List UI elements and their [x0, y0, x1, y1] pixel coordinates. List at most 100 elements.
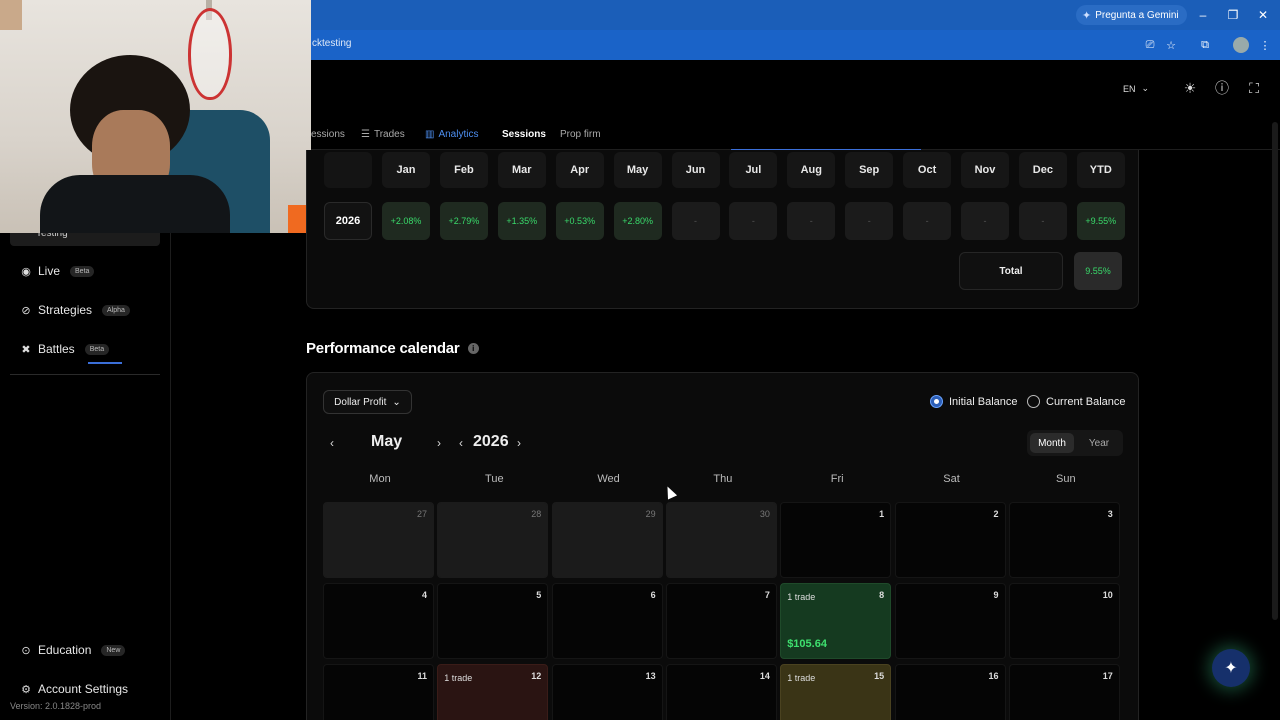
close-icon[interactable]: ✕ [1254, 6, 1272, 24]
calendar-day-cell[interactable]: 2 [894, 502, 1006, 578]
sidebar-item-live[interactable]: ◉ Live Beta [20, 264, 95, 278]
calendar-day-cell[interactable]: 12 1 trade [437, 664, 549, 720]
calendar-day-cell[interactable]: 6 [551, 583, 663, 659]
calendar-day-cell[interactable]: 27 [323, 502, 434, 578]
calendar-day-cell[interactable]: 17 [1008, 664, 1120, 720]
calendar-day-cell[interactable]: 8 1 trade $105.64 [780, 583, 892, 659]
radio-unchecked-icon [1027, 395, 1040, 408]
sidebar-item-label: Live [38, 264, 61, 278]
month-return-cell[interactable]: +0.53% [555, 202, 604, 240]
page-scrollbar[interactable] [1272, 122, 1278, 620]
month-return-cell[interactable]: - [845, 202, 894, 240]
trade-count: 1 trade [787, 673, 816, 683]
url-text[interactable]: cktesting [312, 38, 351, 49]
calendar-day-cell[interactable]: 3 [1008, 502, 1120, 578]
metric-dropdown[interactable]: Dollar Profit ⌄ [323, 390, 412, 414]
restore-icon[interactable]: ❐ [1224, 6, 1242, 24]
day-number: 30 [759, 509, 770, 519]
compass-icon: ⊘ [21, 304, 31, 317]
next-month-arrow[interactable]: › [437, 436, 441, 450]
sparkle-icon: ✦ [1082, 9, 1092, 22]
extensions-icon[interactable]: ⧉ [1198, 38, 1212, 52]
day-number: 7 [764, 590, 770, 600]
prev-month-arrow[interactable]: ‹ [330, 436, 334, 450]
day-number: 17 [1102, 671, 1113, 681]
tab-sessions[interactable]: Sessions [502, 129, 546, 140]
radio-initial-balance[interactable]: Initial Balance [930, 395, 1018, 408]
sidebar-item-label: Education [38, 643, 92, 657]
calendar-day-cell[interactable]: 10 [1008, 583, 1120, 659]
month-return-cell[interactable]: - [903, 202, 952, 240]
prev-year-arrow[interactable]: ‹ [459, 436, 463, 450]
sidebar-item-education[interactable]: ⊙ Education New [20, 643, 126, 657]
month-header: May [613, 152, 662, 188]
minimize-icon[interactable]: – [1194, 6, 1212, 24]
calendar-day-cell[interactable]: 5 [437, 583, 549, 659]
calendar-day-cell[interactable]: 30 [665, 502, 777, 578]
calendar-day-cell[interactable]: 4 [323, 583, 434, 659]
month-header: Dec [1018, 152, 1067, 188]
bookmark-star-icon[interactable]: ☆ [1164, 38, 1178, 52]
badge: Beta [84, 343, 110, 355]
weekday-header: Sun [1056, 473, 1076, 485]
month-return-cell[interactable]: - [1018, 202, 1067, 240]
calendar-day-cell[interactable]: 28 [437, 502, 549, 578]
weekday-header: Wed [597, 473, 620, 485]
sidebar-item-label: Account Settings [38, 682, 129, 696]
info-icon[interactable]: i [467, 343, 479, 354]
view-year-button[interactable]: Year [1079, 433, 1119, 453]
calendar-day-cell[interactable]: 7 [665, 583, 777, 659]
tab-analytics[interactable]: ▥ Analytics [425, 129, 478, 140]
sidebar-item-label: Strategies [38, 303, 93, 317]
month-return-cell[interactable]: - [671, 202, 720, 240]
cast-icon[interactable]: ⎚ [1143, 38, 1157, 52]
month-return-cell[interactable]: +2.80% [613, 202, 662, 240]
gemini-button[interactable]: ✦ Pregunta a Gemini [1076, 5, 1187, 25]
kebab-menu-icon[interactable]: ⋮ [1258, 38, 1272, 52]
month-header: Feb [439, 152, 488, 188]
profile-avatar[interactable] [1233, 37, 1249, 53]
day-number: 15 [874, 671, 885, 681]
sparkle-icon: ✦ [1224, 660, 1238, 677]
calendar-day-cell[interactable]: 9 [894, 583, 1006, 659]
radio-current-balance[interactable]: Current Balance [1027, 395, 1126, 408]
sidebar-item-battles[interactable]: ✖ Battles Beta [20, 342, 110, 356]
tab-trades[interactable]: ☰ Trades [361, 129, 405, 140]
month-return-cell[interactable]: - [787, 202, 836, 240]
calendar-day-cell[interactable]: 13 [551, 664, 663, 720]
calendar-day-cell[interactable]: 11 [323, 664, 434, 720]
tab-sessions-partial[interactable]: essions [311, 129, 345, 140]
calendar-day-cell[interactable]: 14 [665, 664, 777, 720]
day-number: 1 [879, 509, 885, 519]
sidebar-item-account-settings[interactable]: ⚙ Account Settings [20, 682, 128, 696]
calendar-day-cell[interactable]: 16 [894, 664, 1006, 720]
day-number: 10 [1102, 590, 1113, 600]
language-selector[interactable]: EN ⌄ [1123, 83, 1149, 94]
month-return-cell[interactable]: - [961, 202, 1009, 240]
sidebar-item-strategies[interactable]: ⊘ Strategies Alpha [20, 303, 130, 317]
webcam-overlay [0, 0, 311, 233]
section-title: Performance calendar [306, 340, 460, 357]
month-return-cell[interactable]: - [729, 202, 778, 240]
view-month-button[interactable]: Month [1030, 433, 1074, 453]
calendar-day-cell[interactable]: 15 1 trade [780, 664, 892, 720]
month-return-cell[interactable]: +2.08% [382, 202, 430, 240]
fullscreen-icon[interactable]: ⛶ [1246, 80, 1262, 96]
calendar-day-cell[interactable]: 29 [551, 502, 663, 578]
picture-frame [0, 0, 22, 30]
total-value: 9.55% [1074, 252, 1122, 290]
next-year-arrow[interactable]: › [517, 436, 521, 450]
tennis-racket [188, 8, 232, 100]
calendar-day-cell[interactable]: 1 [780, 502, 892, 578]
month-return-cell[interactable]: +9.55% [1076, 202, 1125, 240]
month-label: May [371, 433, 403, 450]
tab-prop-firm[interactable]: Prop firm [560, 129, 601, 140]
month-header: Oct [903, 152, 952, 188]
month-return-cell[interactable]: +2.79% [439, 202, 488, 240]
performance-calendar-card: Dollar Profit ⌄ Initial Balance Current … [306, 372, 1139, 720]
month-return-cell[interactable]: +1.35% [497, 202, 546, 240]
ai-assistant-button[interactable]: ✦ [1212, 649, 1250, 687]
help-icon[interactable]: ⓘ [1214, 80, 1230, 96]
divider [10, 374, 160, 375]
theme-sun-icon[interactable]: ☀ [1182, 80, 1198, 96]
